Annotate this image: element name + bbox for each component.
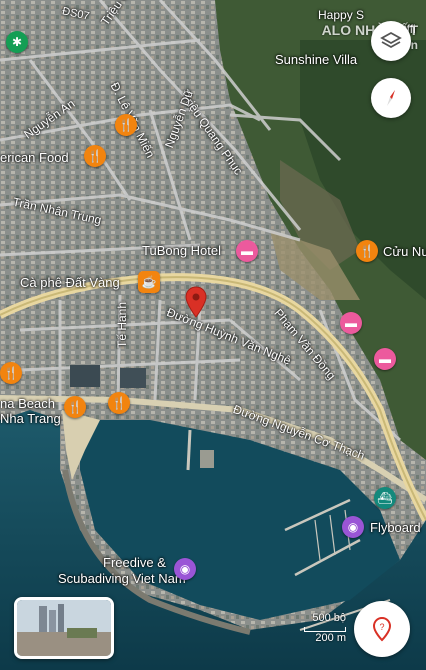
layers-button[interactable] bbox=[371, 21, 411, 61]
poi-label-scubadiving[interactable]: Scubadiving Viet Nam bbox=[58, 571, 186, 586]
poi-label-cuu-nu[interactable]: Cửu Nu bbox=[383, 244, 426, 259]
restaurant-icon[interactable]: 🍴 bbox=[84, 145, 106, 167]
poi-label-freedive[interactable]: Freedive & bbox=[103, 555, 166, 570]
restaurant-icon[interactable]: 🍴 bbox=[356, 240, 378, 262]
location-button[interactable]: ? bbox=[354, 601, 410, 657]
poi-label-sunshine-villa[interactable]: Sunshine Villa bbox=[275, 52, 357, 67]
layers-icon bbox=[380, 31, 402, 49]
hotel-icon[interactable]: ▬ bbox=[236, 240, 258, 262]
place-pin-outline-icon: ? bbox=[372, 616, 392, 642]
road-label-te-hanh: Tế Hanh bbox=[115, 301, 129, 348]
poi-label-flyboard[interactable]: Flyboard bbox=[370, 520, 421, 535]
poi-label-na-beach[interactable]: na Beach bbox=[0, 396, 55, 411]
svg-text:?: ? bbox=[379, 622, 384, 632]
poi-label-nha-trang[interactable]: Nha Trang bbox=[0, 411, 61, 426]
place-pin-icon[interactable] bbox=[185, 286, 207, 318]
ferry-icon[interactable]: ⛴ bbox=[374, 487, 396, 509]
poi-label-ca-phe-dat-vang[interactable]: Cà phê Đất Vàng bbox=[20, 275, 120, 290]
poi-label-happy-s[interactable]: Happy S bbox=[318, 8, 364, 22]
place-marker-icon[interactable]: ✱ bbox=[6, 31, 28, 53]
street-view-thumbnail[interactable] bbox=[14, 597, 114, 659]
street-view-icon bbox=[17, 600, 111, 656]
restaurant-icon[interactable]: 🍴 bbox=[0, 362, 22, 384]
scale-imperial: 500 bộ bbox=[312, 612, 346, 624]
attraction-icon[interactable]: ◉ bbox=[342, 516, 364, 538]
hotel-icon[interactable]: ▬ bbox=[374, 348, 396, 370]
scale-metric: 200 m bbox=[315, 632, 346, 644]
poi-label-american-food[interactable]: erican Food bbox=[0, 150, 69, 165]
restaurant-icon[interactable]: 🍴 bbox=[108, 392, 130, 414]
hotel-icon[interactable]: ▬ bbox=[340, 312, 362, 334]
attraction-icon[interactable]: ◉ bbox=[174, 558, 196, 580]
compass-button[interactable] bbox=[371, 78, 411, 118]
restaurant-icon[interactable]: 🍴 bbox=[115, 114, 137, 136]
restaurant-icon[interactable]: 🍴 bbox=[64, 396, 86, 418]
compass-icon bbox=[387, 90, 395, 106]
cafe-icon[interactable]: ☕ bbox=[138, 271, 160, 293]
poi-label-tubong-hotel[interactable]: TuBong Hotel bbox=[142, 243, 221, 258]
